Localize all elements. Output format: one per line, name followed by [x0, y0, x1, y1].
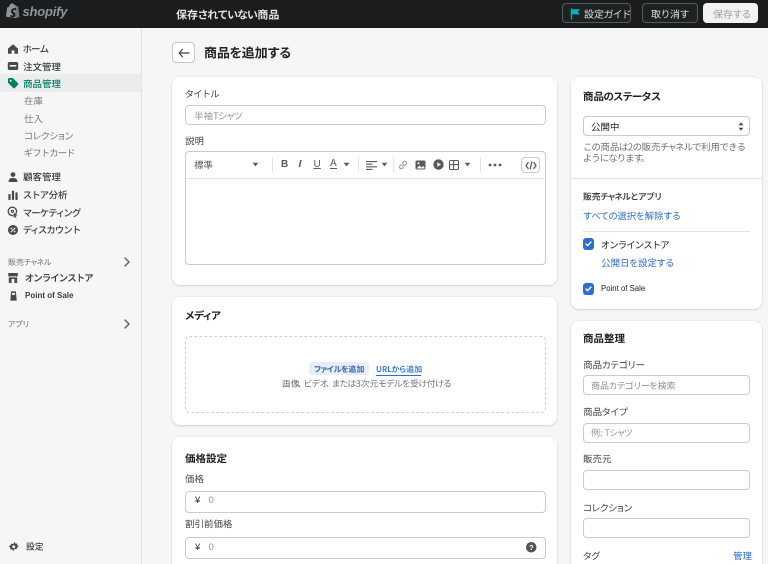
svg-text:?: ?	[529, 543, 534, 552]
